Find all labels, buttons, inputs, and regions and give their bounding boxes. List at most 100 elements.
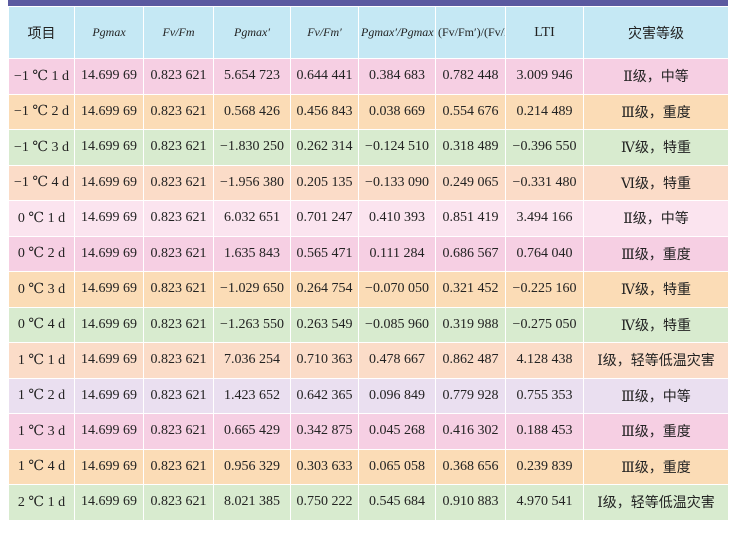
pgmax-prime-cell: 6.032 651 bbox=[213, 200, 291, 237]
fv-fm-ratio-cell: 0.910 883 bbox=[435, 484, 506, 521]
header-fv-fm: Fv/Fm bbox=[143, 6, 214, 59]
table-row: 1 ℃ 4 d 14.699 69 0.823 621 0.956 329 0.303 … bbox=[8, 448, 729, 485]
header-lti: LTI bbox=[505, 6, 584, 59]
lti-cell: 0.755 353 bbox=[505, 377, 584, 414]
disaster-grade-table: 项目 Pgmax Fv/Fm Pgmax′ Fv/Fm′ Pgmax′/Pgma… bbox=[8, 6, 729, 521]
pgmax-prime-cell: 0.665 429 bbox=[213, 413, 291, 450]
fv-fm-cell: 0.823 621 bbox=[143, 413, 214, 450]
pgmax-prime-cell: −1.263 550 bbox=[213, 306, 291, 343]
pgmax-cell: 14.699 69 bbox=[74, 413, 144, 450]
table-row: 2 ℃ 1 d 14.699 69 0.823 621 8.021 385 0.750 … bbox=[8, 484, 729, 521]
header-fv-fm-prime: Fv/Fm′ bbox=[290, 6, 359, 59]
table-row: 0 ℃ 3 d 14.699 69 0.823 621 −1.029 650 0.264… bbox=[8, 271, 729, 308]
item-cell: −1 ℃ 4 d bbox=[8, 164, 75, 201]
pgmax-ratio-cell: −0.124 510 bbox=[358, 129, 436, 166]
pgmax-cell: 14.699 69 bbox=[74, 129, 144, 166]
pgmax-cell: 14.699 69 bbox=[74, 58, 144, 95]
pgmax-ratio-cell: 0.478 667 bbox=[358, 342, 436, 379]
table-row: −1 ℃ 4 d 14.699 69 0.823 621 −1.956 380 0.20… bbox=[8, 164, 729, 201]
disaster-grade-cell: Ⅰ级，轻等低温灾害 bbox=[583, 484, 729, 521]
fv-fm-cell: 0.823 621 bbox=[143, 271, 214, 308]
header-fv-fm-ratio-line1: (Fv/Fm′)/(Fv/Fm) bbox=[438, 25, 505, 39]
disaster-grade-cell: Ⅳ级，特重 bbox=[583, 306, 729, 343]
table-row: 0 ℃ 4 d 14.699 69 0.823 621 −1.263 550 0.263… bbox=[8, 306, 729, 343]
fv-fm-cell: 0.823 621 bbox=[143, 342, 214, 379]
pgmax-ratio-cell: 0.045 268 bbox=[358, 413, 436, 450]
fv-fm-prime-cell: 0.701 247 bbox=[290, 200, 359, 237]
fv-fm-prime-cell: 0.710 363 bbox=[290, 342, 359, 379]
fv-fm-cell: 0.823 621 bbox=[143, 235, 214, 272]
fv-fm-prime-cell: 0.262 314 bbox=[290, 129, 359, 166]
fv-fm-prime-cell: 0.644 441 bbox=[290, 58, 359, 95]
table-row: 1 ℃ 3 d 14.699 69 0.823 621 0.665 429 0.342 … bbox=[8, 413, 729, 450]
fv-fm-ratio-cell: 0.319 988 bbox=[435, 306, 506, 343]
lti-cell: 4.970 541 bbox=[505, 484, 584, 521]
fv-fm-ratio-cell: 0.862 487 bbox=[435, 342, 506, 379]
table-row: −1 ℃ 3 d 14.699 69 0.823 621 −1.830 250 0.26… bbox=[8, 129, 729, 166]
pgmax-ratio-cell: −0.133 090 bbox=[358, 164, 436, 201]
pgmax-prime-cell: 1.423 652 bbox=[213, 377, 291, 414]
header-fv-fm-ratio: (Fv/Fm′)/(Fv/Fm) bbox=[435, 6, 506, 59]
fv-fm-cell: 0.823 621 bbox=[143, 448, 214, 485]
pgmax-ratio-cell: 0.545 684 bbox=[358, 484, 436, 521]
lti-cell: 0.764 040 bbox=[505, 235, 584, 272]
table-header-row: 项目 Pgmax Fv/Fm Pgmax′ Fv/Fm′ Pgmax′/Pgma… bbox=[8, 6, 729, 59]
pgmax-ratio-cell: 0.038 669 bbox=[358, 93, 436, 130]
item-cell: 1 ℃ 4 d bbox=[8, 448, 75, 485]
item-cell: 1 ℃ 2 d bbox=[8, 377, 75, 414]
pgmax-prime-cell: 0.956 329 bbox=[213, 448, 291, 485]
lti-cell: 0.188 453 bbox=[505, 413, 584, 450]
fv-fm-cell: 0.823 621 bbox=[143, 58, 214, 95]
fv-fm-ratio-cell: 0.779 928 bbox=[435, 377, 506, 414]
fv-fm-ratio-cell: 0.782 448 bbox=[435, 58, 506, 95]
fv-fm-cell: 0.823 621 bbox=[143, 200, 214, 237]
disaster-grade-cell: Ⅱ级，中等 bbox=[583, 58, 729, 95]
header-disaster-grade: 灾害等级 bbox=[583, 6, 729, 59]
disaster-grade-cell: Ⅳ级，特重 bbox=[583, 129, 729, 166]
fv-fm-ratio-cell: 0.554 676 bbox=[435, 93, 506, 130]
fv-fm-prime-cell: 0.205 135 bbox=[290, 164, 359, 201]
pgmax-prime-cell: 8.021 385 bbox=[213, 484, 291, 521]
fv-fm-prime-cell: 0.642 365 bbox=[290, 377, 359, 414]
fv-fm-cell: 0.823 621 bbox=[143, 306, 214, 343]
lti-cell: 3.494 166 bbox=[505, 200, 584, 237]
fv-fm-ratio-cell: 0.249 065 bbox=[435, 164, 506, 201]
disaster-grade-cell: Ⅱ级，中等 bbox=[583, 200, 729, 237]
table-row: 1 ℃ 2 d 14.699 69 0.823 621 1.423 652 0.642 … bbox=[8, 377, 729, 414]
disaster-grade-cell: Ⅲ级，重度 bbox=[583, 413, 729, 450]
fv-fm-prime-cell: 0.303 633 bbox=[290, 448, 359, 485]
pgmax-cell: 14.699 69 bbox=[74, 448, 144, 485]
pgmax-cell: 14.699 69 bbox=[74, 306, 144, 343]
pgmax-cell: 14.699 69 bbox=[74, 484, 144, 521]
disaster-grade-cell: Ⅲ级，重度 bbox=[583, 93, 729, 130]
fv-fm-cell: 0.823 621 bbox=[143, 377, 214, 414]
lti-cell: 0.214 489 bbox=[505, 93, 584, 130]
disaster-grade-cell: Ⅲ级，重度 bbox=[583, 235, 729, 272]
pgmax-ratio-cell: −0.085 960 bbox=[358, 306, 436, 343]
item-cell: 0 ℃ 2 d bbox=[8, 235, 75, 272]
item-cell: −1 ℃ 2 d bbox=[8, 93, 75, 130]
pgmax-cell: 14.699 69 bbox=[74, 200, 144, 237]
pgmax-prime-cell: 1.635 843 bbox=[213, 235, 291, 272]
fv-fm-ratio-cell: 0.321 452 bbox=[435, 271, 506, 308]
pgmax-ratio-cell: −0.070 050 bbox=[358, 271, 436, 308]
table-row: −1 ℃ 2 d 14.699 69 0.823 621 0.568 426 0.456… bbox=[8, 93, 729, 130]
fv-fm-prime-cell: 0.263 549 bbox=[290, 306, 359, 343]
item-cell: 1 ℃ 3 d bbox=[8, 413, 75, 450]
header-pgmax-ratio: Pgmax′/Pgmax bbox=[358, 6, 436, 59]
pgmax-cell: 14.699 69 bbox=[74, 164, 144, 201]
item-cell: 0 ℃ 4 d bbox=[8, 306, 75, 343]
fv-fm-cell: 0.823 621 bbox=[143, 93, 214, 130]
lti-cell: 0.239 839 bbox=[505, 448, 584, 485]
item-cell: 0 ℃ 1 d bbox=[8, 200, 75, 237]
pgmax-prime-cell: −1.830 250 bbox=[213, 129, 291, 166]
fv-fm-ratio-cell: 0.368 656 bbox=[435, 448, 506, 485]
pgmax-prime-cell: 7.036 254 bbox=[213, 342, 291, 379]
fv-fm-ratio-cell: 0.318 489 bbox=[435, 129, 506, 166]
fv-fm-prime-cell: 0.264 754 bbox=[290, 271, 359, 308]
header-pgmax: Pgmax bbox=[74, 6, 144, 59]
table-row: −1 ℃ 1 d 14.699 69 0.823 621 5.654 723 0.644… bbox=[8, 58, 729, 95]
pgmax-ratio-cell: 0.111 284 bbox=[358, 235, 436, 272]
pgmax-cell: 14.699 69 bbox=[74, 235, 144, 272]
pgmax-ratio-cell: 0.384 683 bbox=[358, 58, 436, 95]
